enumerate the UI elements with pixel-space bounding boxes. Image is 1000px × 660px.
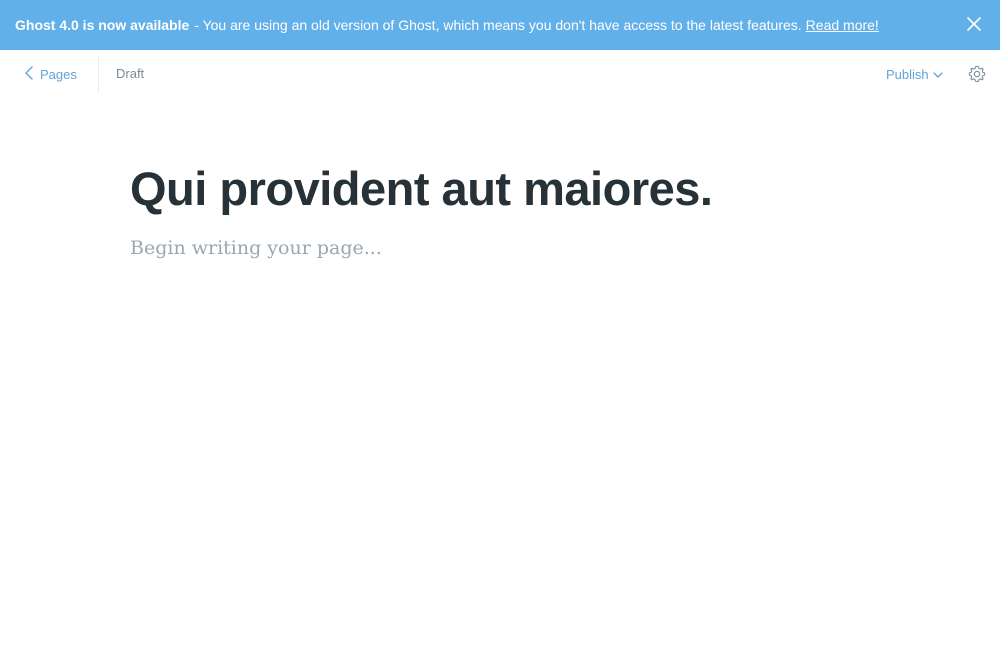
read-more-link[interactable]: Read more! <box>806 17 879 33</box>
gear-icon[interactable] <box>968 65 986 83</box>
back-label: Pages <box>40 66 77 82</box>
update-banner: Ghost 4.0 is now available - You are usi… <box>0 0 1000 50</box>
page-body-editor[interactable]: Begin writing your page... <box>130 234 870 262</box>
publish-label: Publish <box>886 66 929 82</box>
close-icon[interactable] <box>966 16 982 32</box>
toolbar-divider <box>98 56 99 92</box>
post-status: Draft <box>116 66 145 81</box>
back-to-pages-link[interactable]: Pages <box>24 50 77 98</box>
banner-message: - You are using an old version of Ghost,… <box>194 17 802 33</box>
page-title-input[interactable]: Qui provident aut maiores. <box>130 158 870 220</box>
editor-toolbar: Pages Draft Publish <box>0 50 1000 98</box>
chevron-down-icon <box>929 67 943 82</box>
chevron-left-icon <box>24 65 40 83</box>
publish-menu-button[interactable]: Publish <box>886 50 943 98</box>
banner-headline: Ghost 4.0 is now available <box>15 17 190 33</box>
